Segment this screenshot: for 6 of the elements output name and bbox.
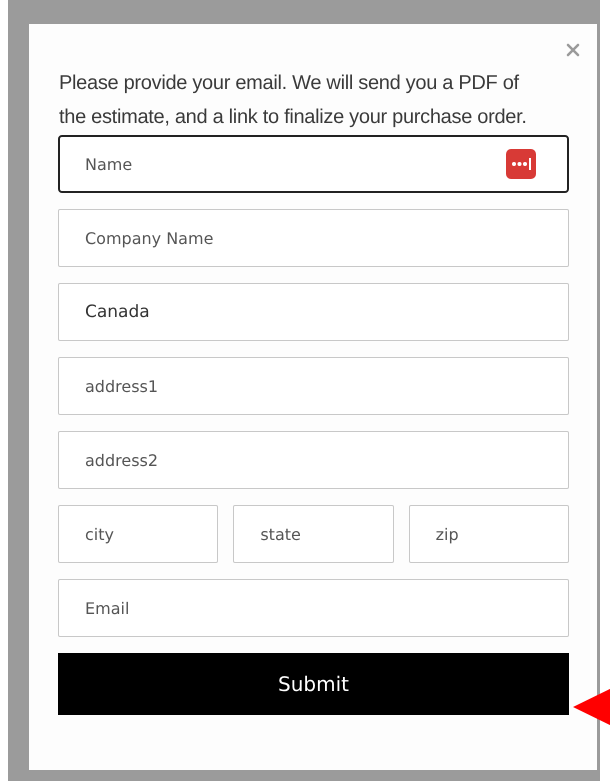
close-icon[interactable] (566, 43, 580, 57)
input-field[interactable]: Name (58, 135, 569, 193)
instruction-text: Please provide your email. We will send you a PDF of the estimate, and a link to finalize your purchase order. (59, 71, 528, 130)
submit-button[interactable]: Submit (58, 653, 569, 715)
input-field[interactable]: Canada (58, 283, 569, 341)
password-manager-icon[interactable] (506, 149, 536, 179)
